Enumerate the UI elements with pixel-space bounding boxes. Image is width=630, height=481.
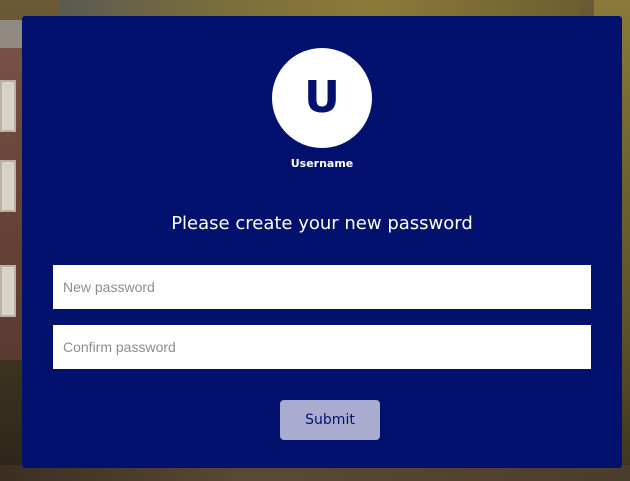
form-heading: Please create your new password xyxy=(171,213,473,234)
password-reset-card: U Username Please create your new passwo… xyxy=(22,16,622,468)
new-password-input[interactable] xyxy=(53,265,591,309)
background-window xyxy=(0,80,16,132)
avatar: U xyxy=(272,48,372,148)
username-label: Username xyxy=(290,157,354,170)
submit-button[interactable]: Submit xyxy=(280,400,380,440)
confirm-password-input[interactable] xyxy=(53,325,591,369)
background-window xyxy=(0,160,16,212)
avatar-initial: U xyxy=(304,72,340,123)
background-window xyxy=(0,265,16,317)
